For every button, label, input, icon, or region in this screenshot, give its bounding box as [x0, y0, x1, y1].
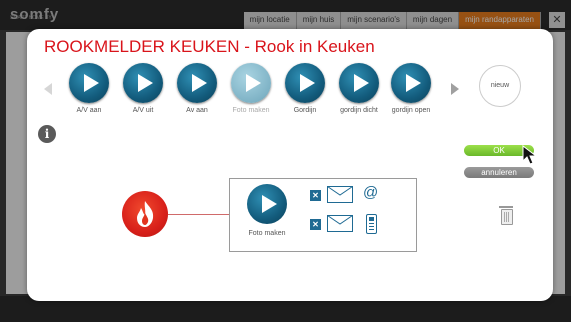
info-icon[interactable]: i	[38, 125, 56, 143]
play-icon	[391, 63, 431, 103]
play-icon	[123, 63, 163, 103]
device-dialog: ROOKMELDER KEUKEN - Rook in Keuken A/V a…	[27, 29, 553, 301]
action-gordijn-dicht[interactable]: gordijn dicht	[329, 63, 389, 123]
action-av-aan-2[interactable]: Av aan	[167, 63, 227, 123]
action-av-uit[interactable]: A/V uit	[113, 63, 173, 123]
cancel-button[interactable]: annuleren	[464, 167, 534, 178]
dialog-title: ROOKMELDER KEUKEN - Rook in Keuken	[44, 37, 375, 56]
new-action-label: nieuw	[490, 82, 510, 89]
scroll-left-arrow-icon[interactable]	[44, 83, 52, 95]
play-icon	[69, 63, 109, 103]
scroll-right-arrow-icon[interactable]	[451, 83, 459, 95]
email-checkbox[interactable]: ✕	[310, 190, 321, 201]
action-label: gordijn open	[391, 107, 431, 114]
action-gordijn[interactable]: Gordijn	[275, 63, 335, 123]
email-envelope-icon	[327, 186, 353, 203]
play-icon	[339, 63, 379, 103]
play-icon	[285, 63, 325, 103]
mobile-phone-icon	[366, 214, 377, 234]
play-icon	[177, 63, 217, 103]
scenario-action-panel: Foto maken ✕ @ ✕	[229, 178, 417, 252]
mouse-cursor-icon	[522, 145, 538, 165]
trash-lid	[499, 206, 513, 208]
play-icon	[231, 63, 271, 103]
smoke-alarm-icon	[122, 191, 168, 237]
scenario-action-label: Foto maken	[248, 230, 286, 237]
at-icon: @	[363, 184, 379, 201]
new-action-button[interactable]: nieuw	[479, 65, 521, 107]
sms-envelope-icon	[327, 215, 353, 232]
action-gordijn-open[interactable]: gordijn open	[381, 63, 441, 123]
action-foto-maken[interactable]: Foto maken	[221, 63, 281, 123]
trash-icon[interactable]	[501, 209, 513, 225]
play-icon[interactable]	[247, 184, 287, 224]
sms-checkbox[interactable]: ✕	[310, 219, 321, 230]
trigger-connector-line	[168, 214, 229, 215]
action-av-aan[interactable]: A/V aan	[59, 63, 119, 123]
